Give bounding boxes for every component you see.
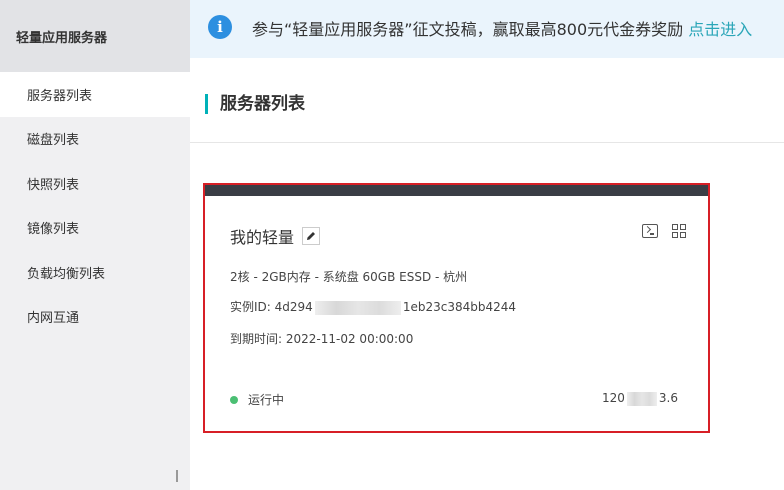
card-top-bar bbox=[205, 185, 708, 196]
grid-icon[interactable] bbox=[672, 224, 686, 238]
announcement-banner: i 参与“轻量应用服务器”征文投稿，赢取最高800元代金券奖励 点击进入 bbox=[190, 0, 784, 58]
ip-prefix: 120 bbox=[602, 391, 625, 405]
server-name: 我的轻量 bbox=[230, 228, 295, 247]
card-actions bbox=[642, 224, 686, 238]
instance-id: 实例ID: 4d294 1eb23c384bb4244 bbox=[230, 298, 516, 315]
instance-id-prefix: 4d294 bbox=[274, 300, 313, 314]
divider bbox=[190, 142, 784, 143]
redacted-block bbox=[626, 391, 657, 406]
page-title: 服务器列表 bbox=[205, 94, 305, 114]
sidebar: 轻量应用服务器 服务器列表 磁盘列表 快照列表 镜像列表 负载均衡列表 内网互通 bbox=[0, 0, 190, 490]
ip-suffix: 3.6 bbox=[658, 391, 678, 405]
terminal-icon[interactable] bbox=[642, 224, 658, 238]
sidebar-title: 轻量应用服务器 bbox=[0, 0, 190, 72]
sidebar-item-load-balancer-list[interactable]: 负载均衡列表 bbox=[0, 250, 190, 295]
status-dot-icon bbox=[230, 395, 238, 404]
sidebar-item-intranet[interactable]: 内网互通 bbox=[0, 295, 190, 340]
server-spec: 2核 - 2GB内存 - 系统盘 60GB ESSD - 杭州 bbox=[230, 270, 468, 284]
expire-label: 到期时间: bbox=[230, 332, 283, 346]
banner-message: 参与“轻量应用服务器”征文投稿，赢取最高800元代金券奖励 bbox=[252, 20, 684, 39]
pencil-icon[interactable] bbox=[302, 227, 321, 245]
sidebar-item-image-list[interactable]: 镜像列表 bbox=[0, 206, 190, 251]
sidebar-item-server-list[interactable]: 服务器列表 bbox=[0, 72, 190, 117]
server-card[interactable]: 我的轻量 2核 - 2GB内存 - 系统盘 60GB ESSD - 杭州 实例I… bbox=[203, 183, 710, 433]
server-name-row: 我的轻量 bbox=[230, 224, 321, 248]
status-row: 运行中 bbox=[230, 391, 284, 408]
sidebar-item-snapshot-list[interactable]: 快照列表 bbox=[0, 161, 190, 206]
banner-link[interactable]: 点击进入 bbox=[688, 20, 752, 39]
ip-address: 120 3.6 bbox=[602, 391, 678, 406]
expire-value: 2022-11-02 00:00:00 bbox=[285, 332, 414, 346]
instance-id-label: 实例ID: bbox=[230, 300, 271, 314]
redacted-block bbox=[314, 300, 401, 315]
instance-id-suffix: 1eb23c384bb4244 bbox=[402, 300, 516, 314]
sidebar-collapse-handle[interactable] bbox=[176, 470, 184, 482]
expire-time: 到期时间: 2022-11-02 00:00:00 bbox=[230, 330, 413, 347]
status-text: 运行中 bbox=[248, 393, 285, 407]
sidebar-item-disk-list[interactable]: 磁盘列表 bbox=[0, 117, 190, 162]
banner-text: 参与“轻量应用服务器”征文投稿，赢取最高800元代金券奖励 点击进入 bbox=[252, 16, 752, 40]
info-icon: i bbox=[208, 15, 232, 39]
